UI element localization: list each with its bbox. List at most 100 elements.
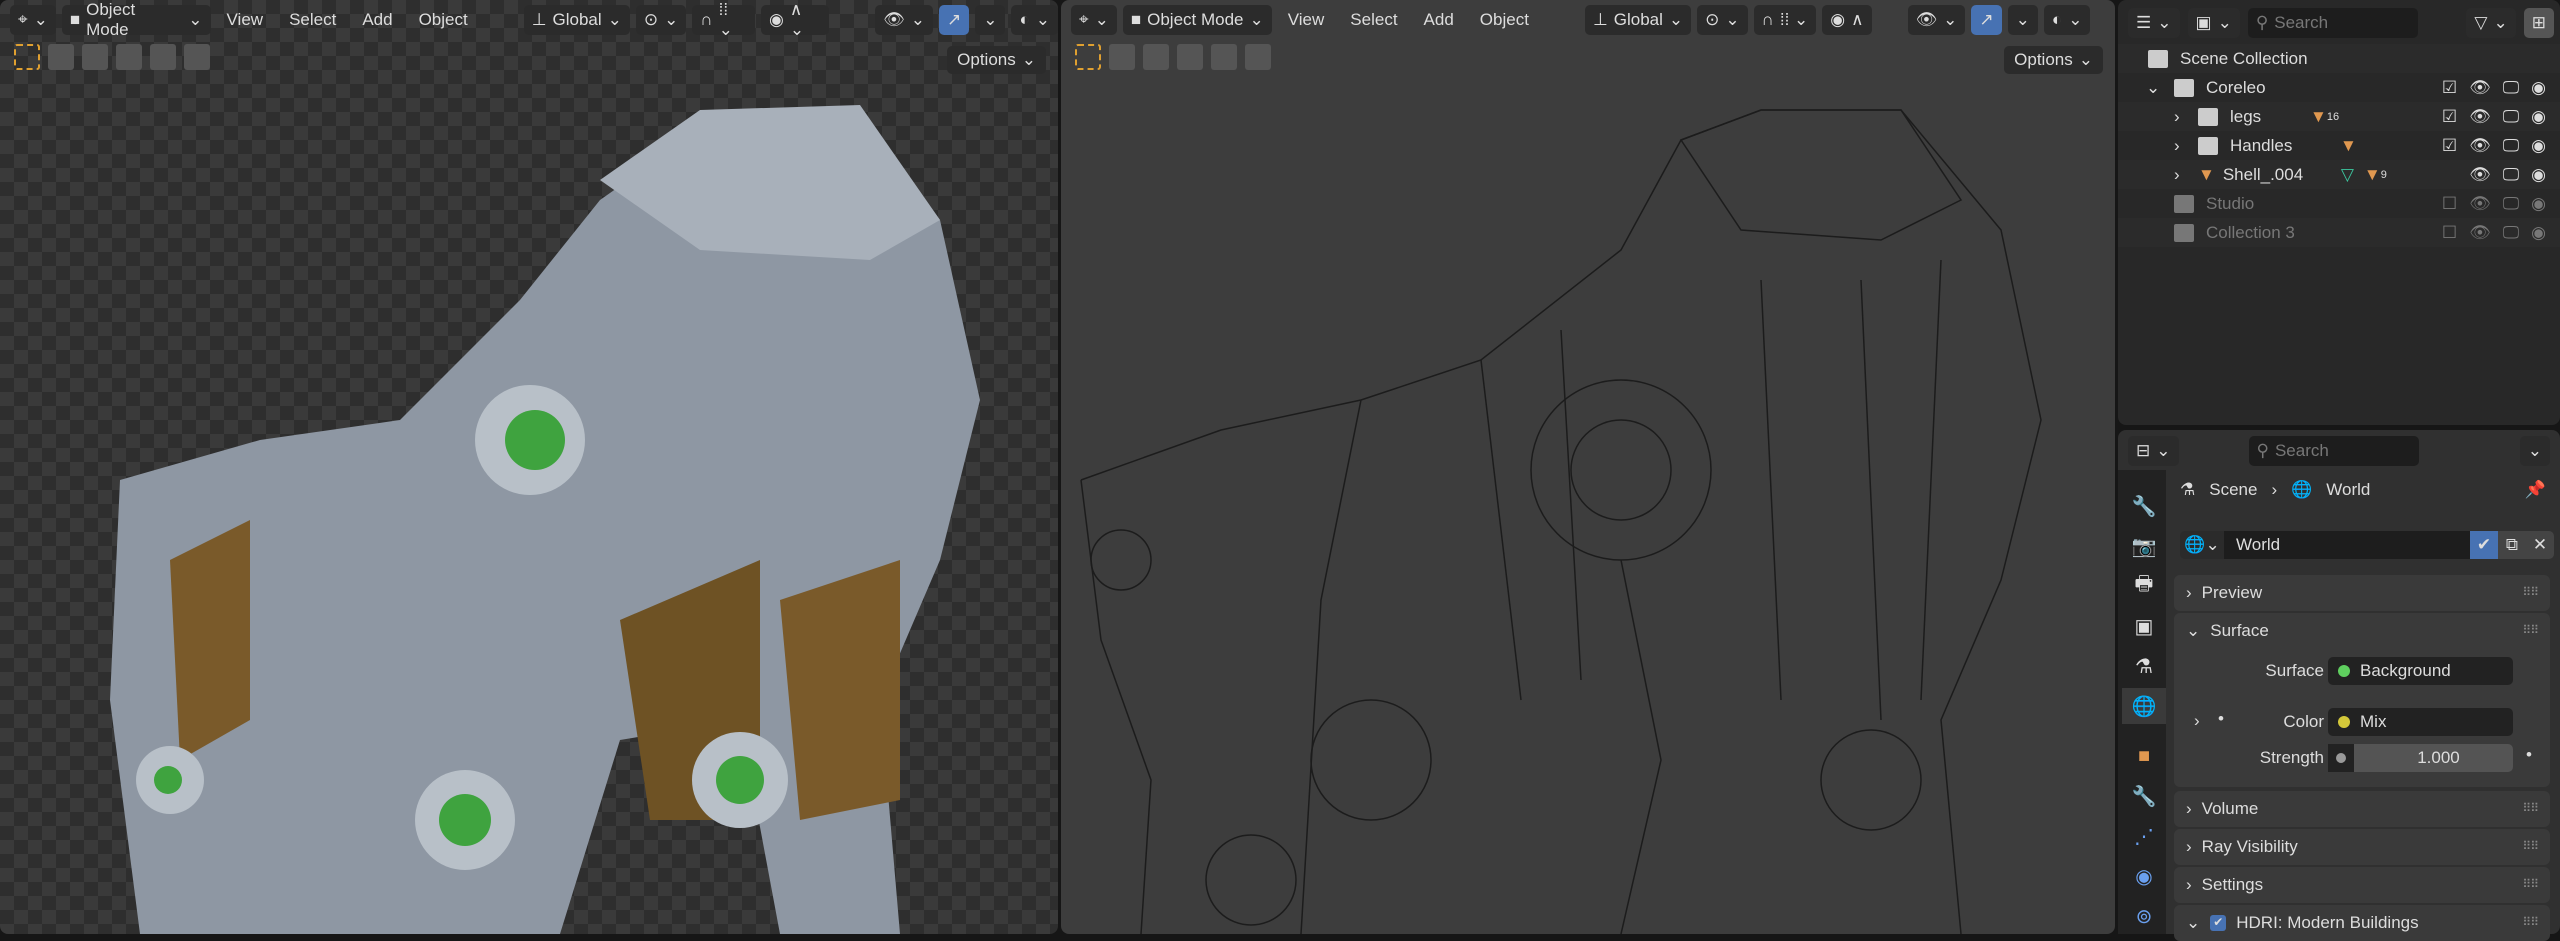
outliner-row[interactable]: › Handles ▼ ☑ 👁 🖵 ◉ xyxy=(2118,131,2560,160)
select-mode-intersect-icon[interactable] xyxy=(184,44,210,70)
monitor-icon[interactable]: 🖵 xyxy=(2503,194,2519,214)
proportional-edit[interactable]: ◉ ∧ xyxy=(1822,5,1872,35)
duplicate-icon[interactable]: ⧉ xyxy=(2498,531,2526,559)
panel-settings[interactable]: › Settings ⠿⠿ xyxy=(2174,867,2550,903)
select-mode-invert-icon[interactable] xyxy=(1211,44,1237,70)
select-mode-subtract-icon[interactable] xyxy=(1177,44,1203,70)
viewport-wireframe[interactable]: ⌖ ⌄ ■ Object Mode ⌄ View Select Add Object … xyxy=(1061,0,2115,934)
outliner-row[interactable]: › ▼ Shell_.004 ▽ ▼ 9 👁 🖵 ◉ xyxy=(2118,160,2560,189)
world-browse-dropdown[interactable]: 🌐⌄ xyxy=(2180,531,2224,559)
editor-type-button[interactable]: ⌖ ⌄ xyxy=(10,5,56,35)
camera-icon[interactable]: ◉ xyxy=(2531,223,2546,243)
pin-icon[interactable]: 📌 xyxy=(2525,480,2546,500)
tool-tab-icon[interactable]: 🔧 xyxy=(2126,488,2162,524)
filter-dropdown[interactable]: ▽ ⌄ xyxy=(2466,8,2516,38)
monitor-icon[interactable]: 🖵 xyxy=(2503,107,2519,127)
snap-toggle[interactable]: ∩ ⁞⁞ ⌄ xyxy=(1753,5,1817,35)
new-collection-button[interactable]: ⊞ xyxy=(2523,8,2554,38)
menu-object[interactable]: Object xyxy=(1470,10,1539,30)
snap-toggle[interactable]: ∩ ⁞⁞ ⌄ xyxy=(692,0,755,39)
checkbox-icon[interactable]: ☑ xyxy=(2442,78,2457,98)
eye-icon[interactable]: 👁 xyxy=(2469,136,2491,156)
gizmo-dropdown[interactable]: ⌄ xyxy=(975,5,1006,35)
drag-grip-icon[interactable]: ⠿⠿ xyxy=(2522,801,2539,815)
camera-icon[interactable]: ◉ xyxy=(2531,194,2546,214)
visibility-dropdown[interactable]: 👁 ⌄ xyxy=(875,5,933,35)
outliner-row[interactable]: › legs ▼ 16 ☑ 👁 🖵 ◉ xyxy=(2118,102,2560,131)
panel-surface-header[interactable]: ⌄ Surface xyxy=(2174,613,2550,649)
visibility-dropdown[interactable]: 👁 ⌄ xyxy=(1907,5,1966,35)
eye-icon[interactable]: 👁 xyxy=(2469,165,2491,185)
proportional-edit[interactable]: ◉ ∧ ⌄ xyxy=(760,0,830,39)
world-name-field[interactable]: World xyxy=(2224,531,2470,559)
select-mode-extend-icon[interactable] xyxy=(1143,44,1169,70)
camera-icon[interactable]: ◉ xyxy=(2531,107,2546,127)
drag-grip-icon[interactable]: ⠿⠿ xyxy=(2522,877,2539,891)
camera-icon[interactable]: ◉ xyxy=(2531,165,2546,185)
eye-icon[interactable]: 👁 xyxy=(2469,223,2491,243)
orientation-dropdown[interactable]: ⊥ Global ⌄ xyxy=(1584,5,1692,35)
gizmo-toggle[interactable]: ↗ xyxy=(1971,5,2002,35)
filter-type-dropdown[interactable]: ▣ ⌄ xyxy=(2187,8,2240,38)
unlink-close-icon[interactable]: ✕ xyxy=(2526,531,2554,559)
monitor-icon[interactable]: 🖵 xyxy=(2503,136,2519,156)
outliner-row[interactable]: Studio ☐ 👁 🖵 ◉ xyxy=(2118,189,2560,218)
select-mode-intersect-icon[interactable] xyxy=(1245,44,1271,70)
options-dropdown[interactable]: Options ⌄ xyxy=(2004,46,2103,74)
strength-slider[interactable]: 1.000 xyxy=(2328,744,2513,772)
output-tab-icon[interactable]: 🖶 xyxy=(2126,568,2162,604)
mode-dropdown[interactable]: ■ Object Mode ⌄ xyxy=(1122,5,1272,35)
physics-tab-icon[interactable]: ◉ xyxy=(2126,858,2162,894)
select-mode-subtract-icon[interactable] xyxy=(116,44,142,70)
eye-icon[interactable]: 👁 xyxy=(2469,107,2491,127)
particles-tab-icon[interactable]: ⋰ xyxy=(2126,818,2162,854)
fake-user-shield-icon[interactable]: ✔ xyxy=(2470,531,2498,559)
hdri-enable-checkbox[interactable]: ✔ xyxy=(2210,915,2227,931)
menu-select[interactable]: Select xyxy=(279,10,346,30)
mode-dropdown[interactable]: ■ Object Mode ⌄ xyxy=(61,0,211,39)
overlay-toggle[interactable]: ◐ ⌄ xyxy=(1011,5,1058,35)
checkbox-icon[interactable]: ☐ xyxy=(2442,223,2457,243)
scene-tab-icon[interactable]: ⚗ xyxy=(2126,648,2162,684)
menu-object[interactable]: Object xyxy=(409,10,478,30)
menu-view[interactable]: View xyxy=(1278,10,1335,30)
drag-grip-icon[interactable]: ⠿⠿ xyxy=(2522,623,2539,637)
editor-type-button[interactable]: ⊟ ⌄ xyxy=(2128,436,2179,466)
pivot-dropdown[interactable]: ⊙ ⌄ xyxy=(1697,5,1748,35)
drag-grip-icon[interactable]: ⠿⠿ xyxy=(2522,915,2539,929)
panel-ray-visibility[interactable]: › Ray Visibility ⠿⠿ xyxy=(2174,829,2550,865)
world-tab-icon[interactable]: 🌐 xyxy=(2122,688,2166,724)
viewport-rendered[interactable]: ⌖ ⌄ ■ Object Mode ⌄ View Select Add Object … xyxy=(0,0,1058,934)
menu-add[interactable]: Add xyxy=(1414,10,1464,30)
constraints-tab-icon[interactable]: ⊚ xyxy=(2126,898,2162,934)
select-mode-new-icon[interactable] xyxy=(1109,44,1135,70)
menu-select[interactable]: Select xyxy=(1340,10,1407,30)
menu-view[interactable]: View xyxy=(217,10,274,30)
eye-icon[interactable]: 👁 xyxy=(2469,78,2491,98)
color-input-field[interactable]: Mix xyxy=(2328,708,2513,736)
options-dropdown[interactable]: ⌄ xyxy=(2519,436,2550,466)
editor-type-button[interactable]: ⌖ ⌄ xyxy=(1071,5,1117,35)
view-layer-tab-icon[interactable]: ▣ xyxy=(2126,608,2162,644)
panel-preview[interactable]: › Preview ⠿⠿ xyxy=(2174,575,2550,611)
select-mode-extend-icon[interactable] xyxy=(82,44,108,70)
select-mode-new-icon[interactable] xyxy=(48,44,74,70)
surface-shader-field[interactable]: Background xyxy=(2328,657,2513,685)
drag-grip-icon[interactable]: ⠿⠿ xyxy=(2522,585,2539,599)
chevron-right-icon[interactable]: › xyxy=(2174,165,2198,185)
options-dropdown[interactable]: Options ⌄ xyxy=(947,46,1046,74)
chevron-down-icon[interactable]: ⌄ xyxy=(2146,78,2174,98)
camera-icon[interactable]: ◉ xyxy=(2531,78,2546,98)
checkbox-icon[interactable]: ☐ xyxy=(2442,194,2457,214)
select-box-tool-icon[interactable] xyxy=(14,44,40,70)
render-tab-icon[interactable]: 📷 xyxy=(2126,528,2162,564)
checkbox-icon[interactable]: ☑ xyxy=(2442,107,2457,127)
outliner-search-input[interactable]: ⚲ Search xyxy=(2247,8,2418,38)
overlay-toggle[interactable]: ◐ ⌄ xyxy=(2043,5,2091,35)
checkbox-icon[interactable]: ☑ xyxy=(2442,136,2457,156)
gizmo-toggle[interactable]: ↗ xyxy=(938,5,970,35)
eye-icon[interactable]: 👁 xyxy=(2469,194,2491,214)
camera-icon[interactable]: ◉ xyxy=(2531,136,2546,156)
panel-hdri[interactable]: ⌄ ✔ HDRI: Modern Buildings ⠿⠿ xyxy=(2174,905,2550,941)
pivot-dropdown[interactable]: ⊙ ⌄ xyxy=(635,5,687,35)
